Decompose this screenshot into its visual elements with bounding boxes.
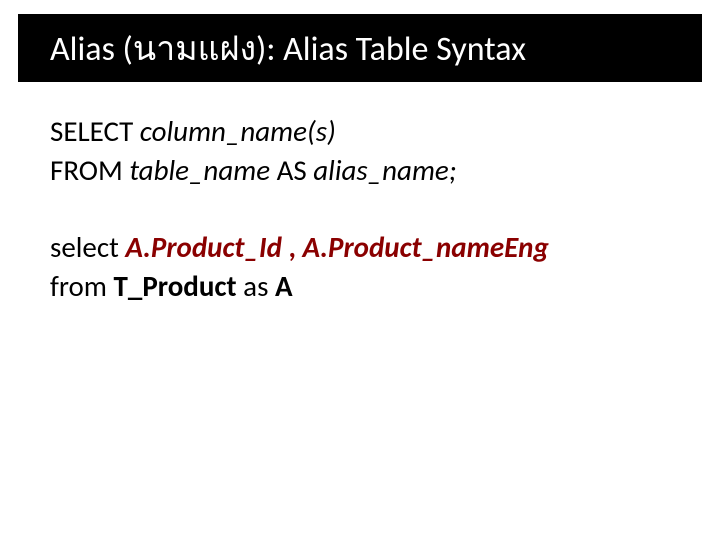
col1: A.Product_Id <box>125 229 282 265</box>
from-word: from <box>50 268 114 304</box>
table-name: T_Product <box>114 268 237 304</box>
alias-placeholder: alias_name; <box>313 152 456 188</box>
syntax-line-2: FROM table_name AS alias_name; <box>50 151 670 190</box>
table-placeholder: table_name <box>129 152 270 188</box>
select-word: select <box>50 229 125 265</box>
as-keyword: AS <box>270 152 313 188</box>
as-word: as <box>237 268 275 304</box>
slide: Alias (นามแฝง): Alias Table Syntax SELEC… <box>0 0 720 540</box>
comma: , <box>282 229 303 265</box>
select-keyword: SELECT <box>50 113 140 149</box>
slide-title: Alias (นามแฝง): Alias Table Syntax <box>50 21 526 75</box>
syntax-line-1: SELECT column_name(s) <box>50 112 670 151</box>
title-bar: Alias (นามแฝง): Alias Table Syntax <box>18 14 702 82</box>
example-line-1: select A.Product_Id , A.Product_nameEng <box>50 228 670 267</box>
alias-name: A <box>275 268 293 304</box>
spacer <box>50 190 670 228</box>
column-placeholder: column_name(s) <box>140 113 336 149</box>
content-area: SELECT column_name(s) FROM table_name AS… <box>50 112 670 307</box>
col2: A.Product_nameEng <box>303 229 549 265</box>
from-keyword: FROM <box>50 152 129 188</box>
example-line-2: from T_Product as A <box>50 267 670 306</box>
